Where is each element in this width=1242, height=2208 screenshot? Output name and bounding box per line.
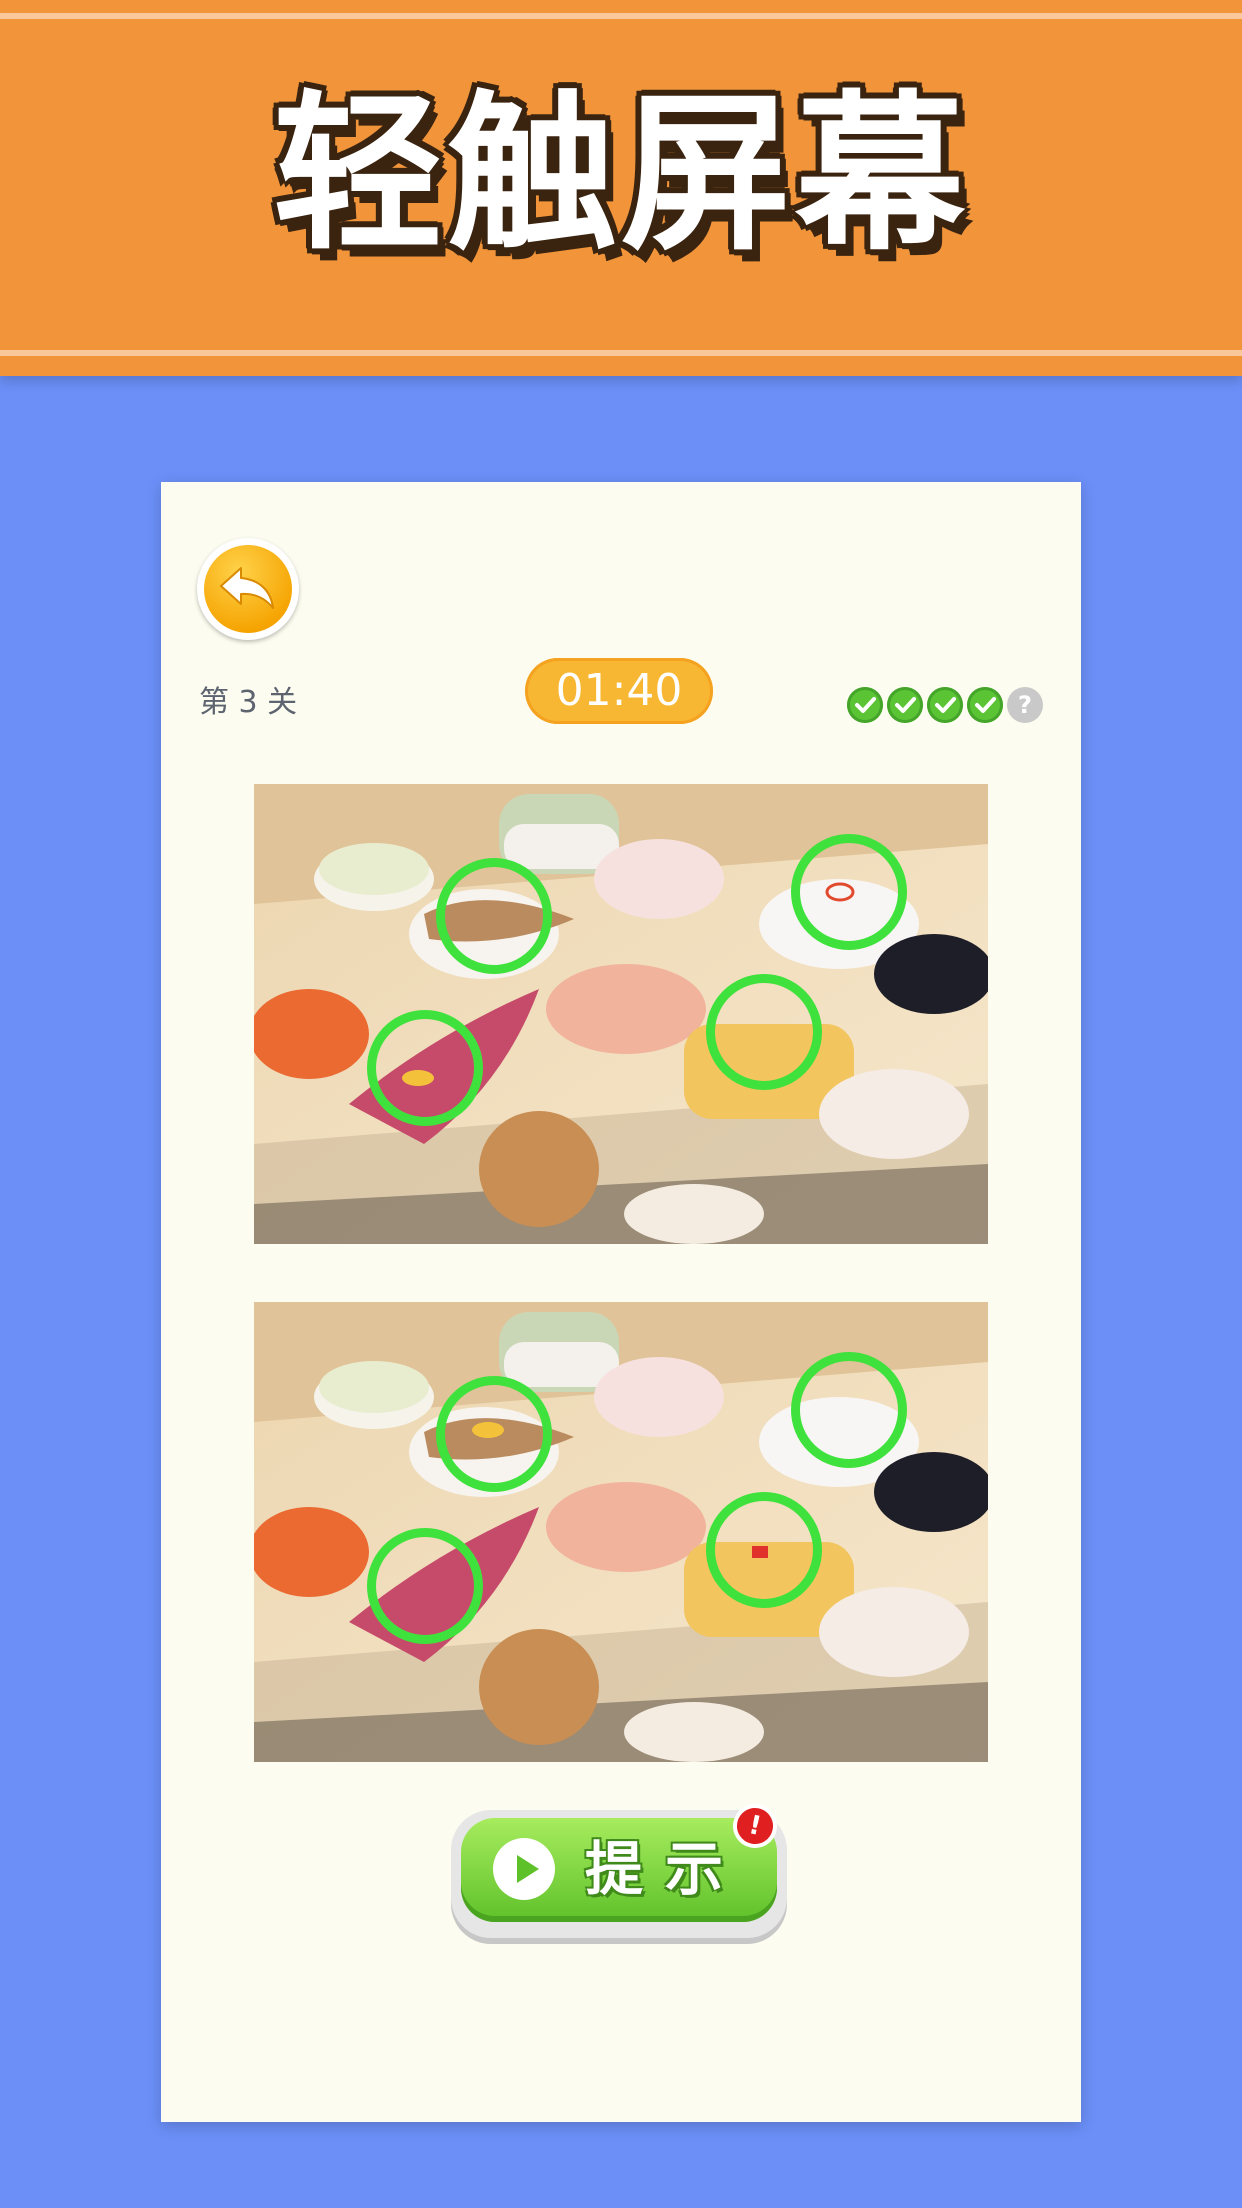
found-difference-marker	[706, 974, 822, 1090]
banner-stripe-top	[0, 13, 1242, 19]
found-difference-marker	[367, 1010, 483, 1126]
hint-button-label: 提示	[585, 1835, 746, 1903]
found-difference-marker	[367, 1528, 483, 1644]
found-difference-marker	[436, 1376, 552, 1492]
check-icon	[975, 697, 996, 713]
found-difference-marker	[791, 1352, 907, 1468]
progress-dot-found	[847, 687, 883, 723]
differences-progress: ?	[847, 687, 1043, 723]
progress-dot-unknown: ?	[1007, 687, 1043, 723]
game-card: 第 3 关 01:40 ? 提示 !	[161, 482, 1081, 2122]
check-icon	[935, 697, 956, 713]
found-difference-marker	[436, 858, 552, 974]
hint-button[interactable]: 提示 !	[451, 1799, 787, 1938]
banner-stripe-bottom	[0, 350, 1242, 356]
back-arrow-icon	[220, 567, 274, 609]
check-icon	[895, 697, 916, 713]
progress-dot-found	[927, 687, 963, 723]
top-banner: 轻触屏幕	[0, 0, 1242, 376]
found-difference-marker	[791, 834, 907, 950]
progress-dot-found	[967, 687, 1003, 723]
play-icon	[493, 1838, 555, 1900]
level-label: 第 3 关	[199, 685, 298, 720]
countdown-timer: 01:40	[525, 658, 713, 724]
sushi-photo-top[interactable]	[254, 784, 988, 1244]
banner-title: 轻触屏幕	[272, 76, 969, 274]
question-icon: ?	[1018, 691, 1032, 719]
progress-dot-found	[887, 687, 923, 723]
sushi-photo-bottom[interactable]	[254, 1302, 988, 1762]
check-icon	[855, 697, 876, 713]
back-button[interactable]	[197, 538, 299, 640]
found-difference-marker	[706, 1492, 822, 1608]
play-triangle	[517, 1855, 539, 1883]
